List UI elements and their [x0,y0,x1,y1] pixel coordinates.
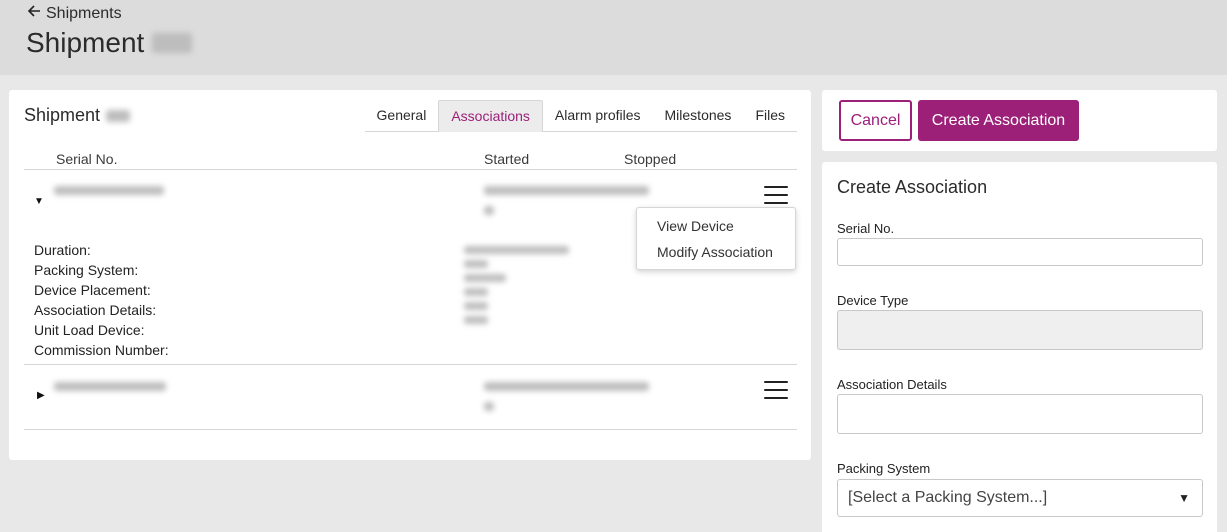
association-details: Duration: Packing System: Device Placeme… [34,240,169,360]
menu-item-modify-association[interactable]: Modify Association [637,240,795,266]
shipment-card-title: Shipment [24,105,131,126]
redacted-serial [54,382,166,391]
form-title: Create Association [837,177,988,197]
device-type-input[interactable] [837,310,1203,350]
detail-label: Commission Number: [34,342,169,358]
cancel-button[interactable]: Cancel [839,100,912,141]
detail-label: Packing System: [34,262,139,278]
page-title-text: Shipment [26,27,145,58]
detail-label: Device Placement: [34,282,151,298]
row-actions-menu: View Device Modify Association [636,207,796,270]
column-header-stopped[interactable]: Stopped [624,151,676,167]
serial-label: Serial No. [837,221,895,236]
caret-right-icon[interactable]: ▶ [37,390,45,401]
packing-system-label: Packing System [837,461,931,476]
page-header: Shipments Shipment [0,0,1227,75]
redacted-stopped [484,206,494,215]
detail-label: Duration: [34,242,91,258]
redacted-started [484,186,649,195]
divider [24,169,797,170]
device-type-label: Device Type [837,293,909,308]
tab-files[interactable]: Files [743,100,797,132]
tab-general[interactable]: General [365,100,439,132]
redacted-value [464,274,506,282]
column-header-started[interactable]: Started [484,151,529,167]
tab-alarm-profiles[interactable]: Alarm profiles [543,100,653,132]
redacted-value [464,288,488,296]
redacted-value [464,302,488,310]
redacted-value [464,246,569,254]
caret-down-icon[interactable]: ▼ [34,196,44,207]
association-detail-values [464,240,569,330]
redacted-value [464,260,488,268]
redacted-value [464,316,488,324]
redacted-started [484,382,649,391]
redacted-serial [54,186,164,195]
detail-label: Unit Load Device: [34,322,145,338]
back-link[interactable]: Shipments [26,3,122,24]
page-title: Shipment [26,27,193,59]
arrow-left-icon [26,3,42,24]
column-header-serial[interactable]: Serial No. [56,151,117,167]
shipment-card: Shipment General Associations Alarm prof… [9,90,811,460]
back-link-label[interactable]: Shipments [46,5,122,23]
association-details-input[interactable] [837,394,1203,434]
redacted-stopped [484,402,494,411]
divider [24,429,797,430]
create-association-form: Create Association Serial No. Device Typ… [822,162,1217,532]
action-bar: Cancel Create Association [822,90,1217,151]
redacted-shipment-id [152,33,193,53]
create-association-button[interactable]: Create Association [918,100,1079,141]
tab-bar: General Associations Alarm profiles Mile… [364,100,797,132]
serial-input[interactable] [837,238,1203,266]
shipment-card-title-text: Shipment [24,105,101,125]
menu-item-view-device[interactable]: View Device [637,214,795,240]
redacted-shipment-id [106,109,131,122]
hamburger-menu-icon[interactable] [764,186,788,204]
divider [24,364,797,365]
hamburger-menu-icon[interactable] [764,381,788,399]
association-details-label: Association Details [837,377,947,392]
triangle-down-icon: ▼ [1178,491,1190,505]
detail-label: Association Details: [34,302,157,318]
tab-associations[interactable]: Associations [438,100,543,132]
tab-milestones[interactable]: Milestones [653,100,744,132]
packing-system-select[interactable]: [Select a Packing System...] ▼ [837,479,1203,517]
packing-system-selected-value: [Select a Packing System...] [848,489,1048,506]
